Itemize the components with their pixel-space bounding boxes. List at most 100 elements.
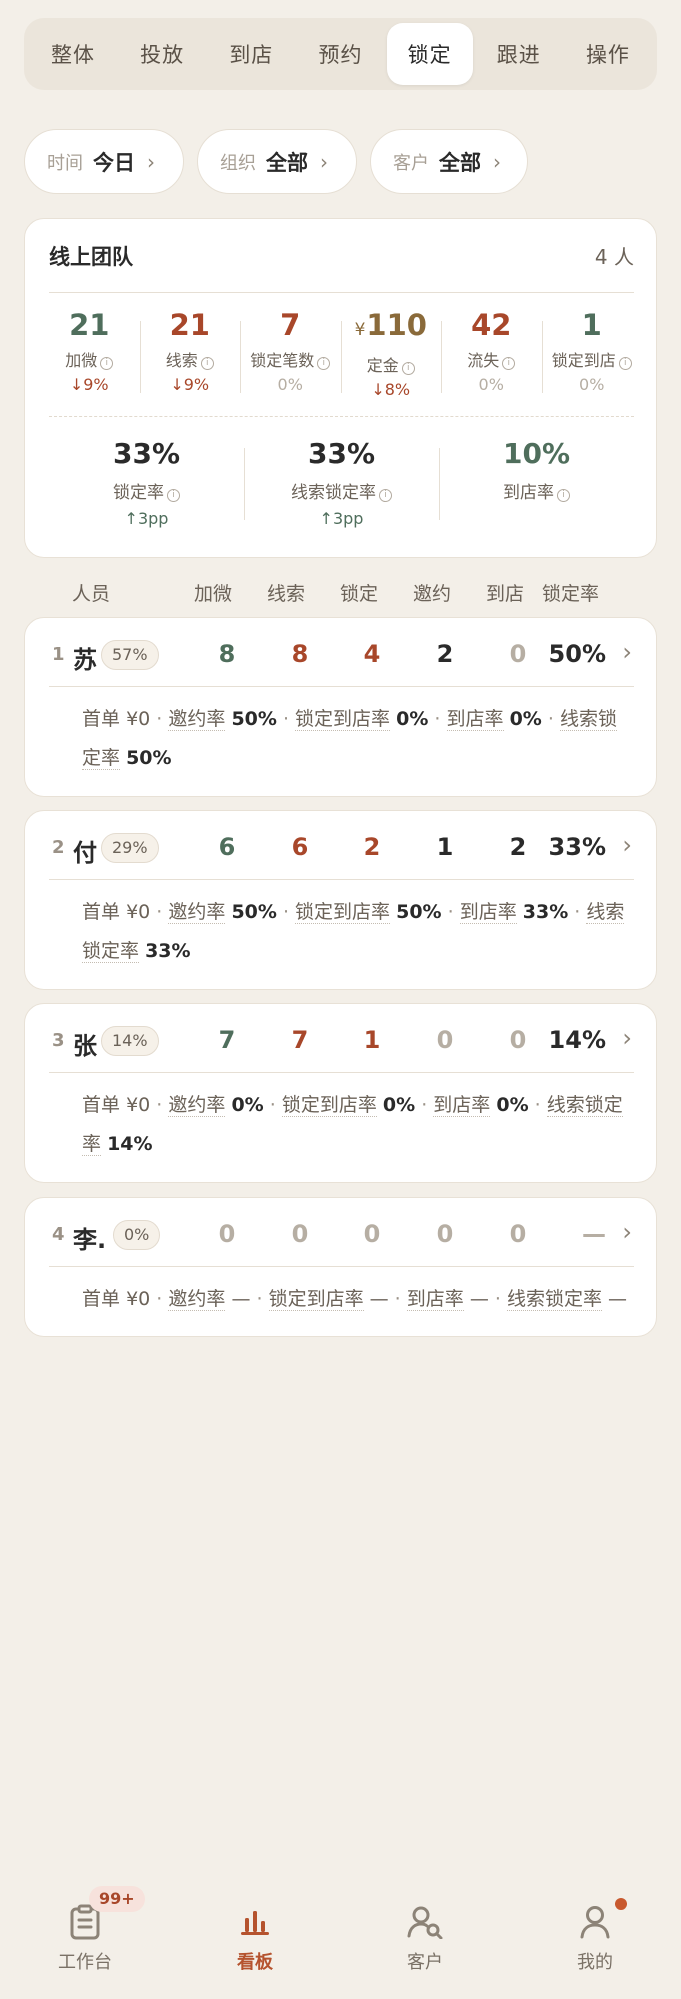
lock-visit-rate-label: 锁定到店率 xyxy=(281,1094,377,1117)
metric-delta: 0% xyxy=(579,375,605,394)
info-icon[interactable]: i xyxy=(379,489,392,502)
person-card[interactable]: 2 付 29% 6 6 2 1 2 33% › 首单 ¥0 · 邀约率 50% … xyxy=(24,810,657,990)
filter-customer[interactable]: 客户 全部 › xyxy=(370,129,528,194)
person-lock-rate: 33% xyxy=(548,833,606,861)
metric-label-wrap: 流失 i xyxy=(441,347,542,371)
info-icon[interactable]: i xyxy=(167,489,180,502)
bar-chart-icon xyxy=(195,1900,315,1944)
tab-overall[interactable]: 整体 xyxy=(30,23,116,85)
col-leads[interactable]: 线索 xyxy=(267,579,305,606)
dashed-divider xyxy=(49,416,634,417)
divider xyxy=(49,879,634,880)
person-row: 3 张 14% 7 7 1 0 0 14% › xyxy=(25,1004,658,1076)
person-lock: 1 xyxy=(363,1026,381,1054)
tab-lock[interactable]: 锁定 xyxy=(386,23,473,85)
metric-value: 21 xyxy=(169,308,210,342)
col-add-wechat[interactable]: 加微 xyxy=(194,579,232,606)
tab-visit[interactable]: 到店 xyxy=(208,23,294,85)
col-lock-rate[interactable]: 锁定率 xyxy=(542,579,599,606)
person-lock-rate: 50% xyxy=(548,640,606,668)
metric-lock-visit: 1 锁定到店 i 0% xyxy=(541,307,643,412)
invite-rate-label: 邀约率 xyxy=(168,708,226,731)
person-visit: 0 xyxy=(509,640,527,668)
person-name: 张 xyxy=(73,1032,97,1060)
filter-customer-key: 客户 xyxy=(393,152,429,174)
person-add-wechat: 8 xyxy=(218,640,236,668)
person-invite: 0 xyxy=(436,1220,454,1248)
metric-label: 流失 xyxy=(467,351,500,370)
first-order-value: ¥0 xyxy=(126,1288,151,1310)
visit-rate-label: 到店率 xyxy=(433,1094,491,1117)
info-icon[interactable]: i xyxy=(557,489,570,502)
info-icon[interactable]: i xyxy=(317,357,331,370)
person-leads: 0 xyxy=(291,1220,309,1248)
notification-badge: 99+ xyxy=(89,1886,145,1912)
chevron-right-icon[interactable]: › xyxy=(622,1218,632,1246)
metric-value: 1 xyxy=(581,308,602,342)
rate-value: 33% xyxy=(307,437,376,470)
filter-time-key: 时间 xyxy=(47,152,83,174)
metric-leads: 21 线索 i ↓9% xyxy=(139,307,241,412)
info-icon[interactable]: i xyxy=(502,357,516,370)
nav-dashboard[interactable]: 看板 xyxy=(195,1870,315,1974)
person-leads: 7 xyxy=(291,1026,309,1054)
metric-label-wrap: 锁定笔数 i xyxy=(240,347,341,371)
tab-booking[interactable]: 预约 xyxy=(297,23,383,85)
person-add-wechat: 6 xyxy=(218,833,236,861)
first-order-value: ¥0 xyxy=(126,708,151,730)
chevron-right-icon[interactable]: › xyxy=(622,831,632,859)
filter-time[interactable]: 时间 今日 › xyxy=(24,129,184,194)
chevron-right-icon[interactable]: › xyxy=(622,638,632,666)
column-header: 人员 加微 线索 锁定 邀约 到店 锁定率 xyxy=(0,576,681,606)
person-card[interactable]: 1 苏 57% 8 8 4 2 0 50% › 首单 ¥0 · 邀约率 50% … xyxy=(24,617,657,797)
info-icon[interactable]: i xyxy=(100,357,114,370)
person-detail: 首单 ¥0 · 邀约率 0% · 锁定到店率 0% · 到店率 0% · 线索锁… xyxy=(82,1094,623,1156)
nav-profile[interactable]: 我的 xyxy=(535,1870,655,1974)
lead-lock-rate-value: 50% xyxy=(126,747,172,769)
divider xyxy=(49,292,634,293)
person-add-wechat: 0 xyxy=(218,1220,236,1248)
lock-visit-rate-label: 锁定到店率 xyxy=(295,901,391,924)
metric-delta: ↓9% xyxy=(69,375,109,394)
chevron-right-icon[interactable]: › xyxy=(622,1024,632,1052)
person-row: 1 苏 57% 8 8 4 2 0 50% › xyxy=(25,618,658,690)
person-lock: 4 xyxy=(363,640,381,668)
info-icon[interactable]: i xyxy=(618,357,632,370)
person-share-badge: 29% xyxy=(101,833,159,863)
nav-customers[interactable]: 客户 xyxy=(365,1870,485,1974)
rate-label: 线索锁定率 xyxy=(291,483,376,503)
invite-rate-value: — xyxy=(231,1288,251,1310)
visit-rate-label: 到店率 xyxy=(459,901,517,924)
notification-dot xyxy=(615,1898,627,1910)
col-invite[interactable]: 邀约 xyxy=(413,579,451,606)
person-lock: 2 xyxy=(363,833,381,861)
person-card[interactable]: 4 李. 0% 0 0 0 0 0 — › 首单 ¥0 · 邀约率 — · 锁定… xyxy=(24,1197,657,1337)
person-rank: 1 xyxy=(52,644,65,665)
filter-org[interactable]: 组织 全部 › xyxy=(197,129,357,194)
tab-bar: 整体 投放 到店 预约 锁定 跟进 操作 xyxy=(24,18,657,90)
lock-visit-rate-value: 50% xyxy=(396,901,442,923)
tab-ads[interactable]: 投放 xyxy=(119,23,205,85)
col-visit[interactable]: 到店 xyxy=(486,579,524,606)
tab-operation[interactable]: 操作 xyxy=(565,23,651,85)
col-lock[interactable]: 锁定 xyxy=(340,579,378,606)
rates-row: 33% 锁定率 i ↑3pp 33% 线索锁定率 i ↑3pp 10% 到店率 i xyxy=(49,434,634,544)
invite-rate-value: 50% xyxy=(231,708,277,730)
person-share-badge: 14% xyxy=(101,1026,159,1056)
metric-label: 加微 xyxy=(65,351,98,370)
person-rank: 3 xyxy=(52,1030,65,1051)
info-icon[interactable]: i xyxy=(401,362,415,375)
lock-visit-rate-value: 0% xyxy=(396,708,429,730)
first-order-label: 首单 xyxy=(82,708,121,730)
rate-delta: ↑3pp xyxy=(319,509,364,528)
person-row: 4 李. 0% 0 0 0 0 0 — › xyxy=(25,1198,658,1270)
person-visit: 2 xyxy=(509,833,527,861)
metric-value-wrap: ¥110 xyxy=(341,307,442,348)
metric-value: 42 xyxy=(471,308,512,342)
person-card[interactable]: 3 张 14% 7 7 1 0 0 14% › 首单 ¥0 · 邀约率 0% ·… xyxy=(24,1003,657,1183)
metric-label-wrap: 锁定到店 i xyxy=(542,347,643,371)
person-name: 付 xyxy=(73,839,97,867)
tab-followup[interactable]: 跟进 xyxy=(476,23,562,85)
nav-workbench[interactable]: 工作台 99+ xyxy=(25,1870,145,1974)
info-icon[interactable]: i xyxy=(200,357,214,370)
